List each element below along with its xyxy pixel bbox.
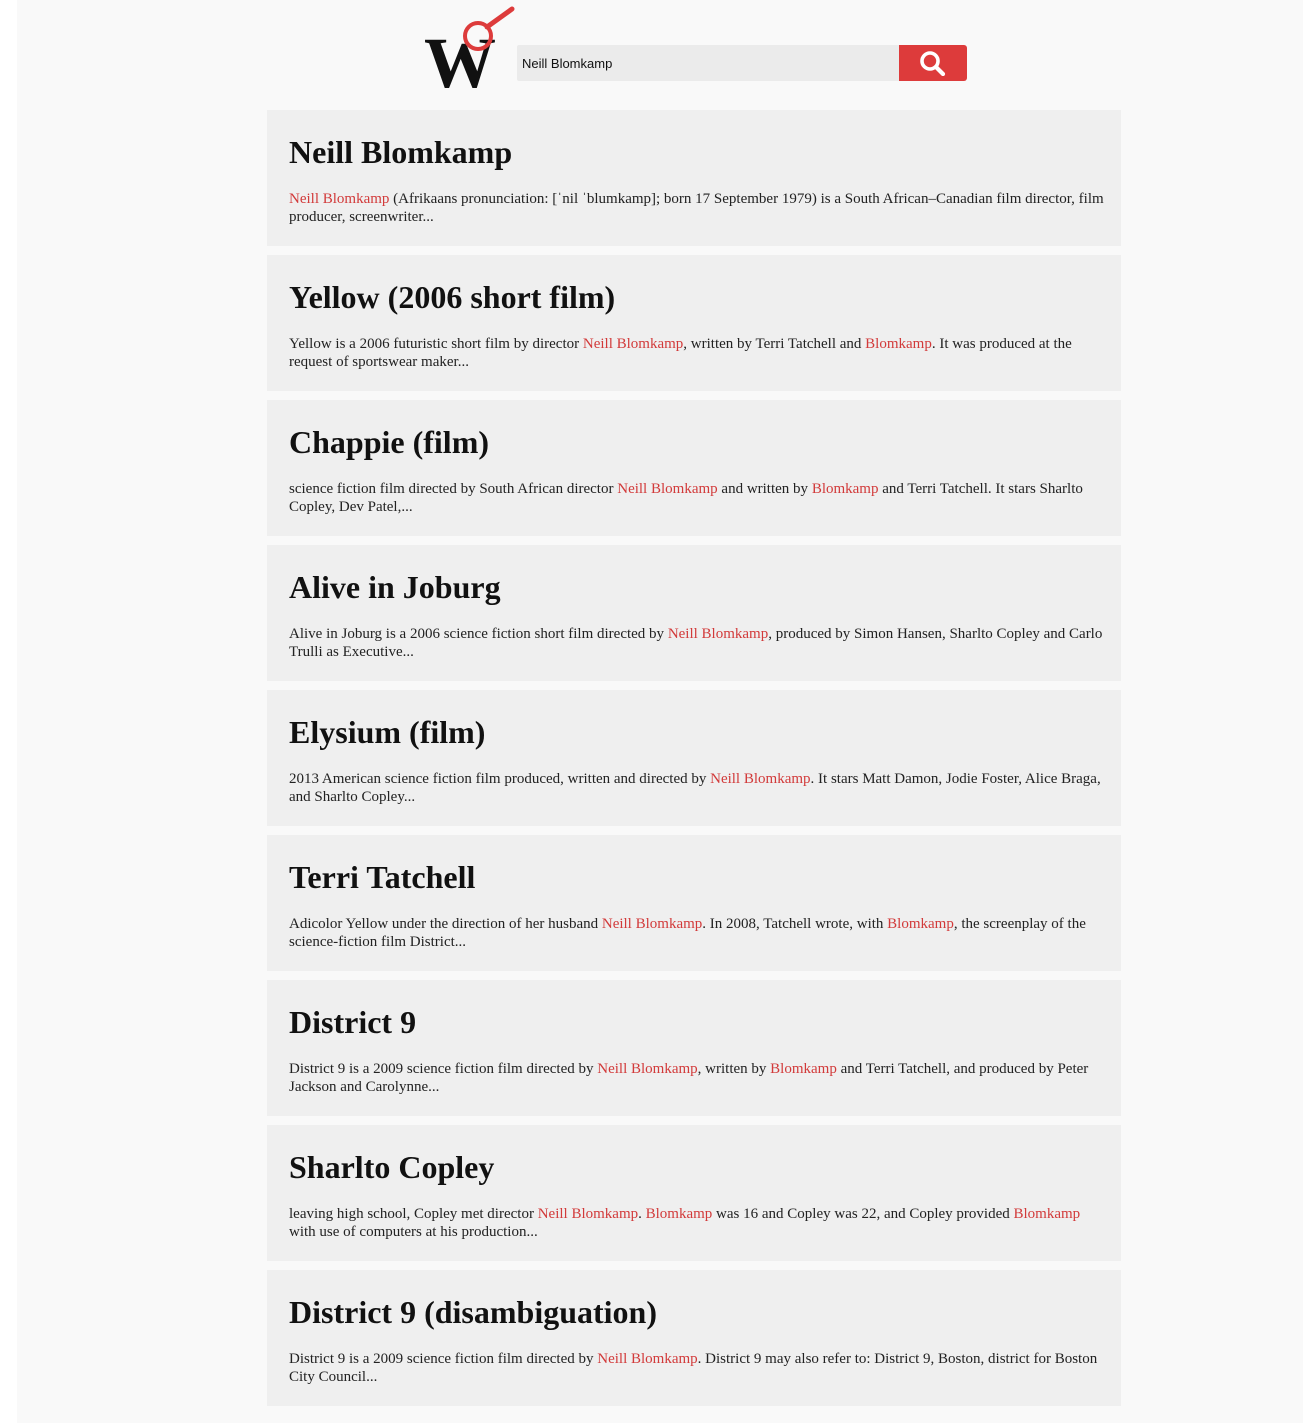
result-snippet: 2013 American science fiction film produ… — [289, 770, 1107, 806]
result-snippet: Neill Blomkamp (Afrikaans pronunciation:… — [289, 190, 1107, 226]
result-title[interactable]: District 9 (disambiguation) — [289, 1292, 1107, 1332]
wiki-search-logo[interactable]: W — [422, 6, 518, 103]
result-snippet: science fiction film directed by South A… — [289, 480, 1107, 516]
result-card[interactable]: District 9 District 9 is a 2009 science f… — [267, 980, 1121, 1116]
snippet-text: Adicolor Yellow under the direction of h… — [289, 916, 602, 932]
search-box — [517, 45, 967, 81]
snippet-text: District 9 is a 2009 science fiction fil… — [289, 1351, 598, 1367]
snippet-text: was 16 and Copley was 22, and Copley pro… — [712, 1206, 1014, 1222]
result-title[interactable]: Terri Tatchell — [289, 857, 1107, 897]
result-snippet: District 9 is a 2009 science fiction fil… — [289, 1060, 1107, 1096]
highlighted-term: Neill Blomkamp — [601, 916, 703, 932]
highlighted-term: Blomkamp — [811, 481, 879, 497]
result-snippet: leaving high school, Copley met director… — [289, 1205, 1107, 1241]
page: W Neill BlomkampNeill Blomkamp (Afrikaan… — [17, 0, 1303, 1423]
result-title[interactable]: District 9 — [289, 1002, 1107, 1042]
highlighted-term: Neill Blomkamp — [667, 626, 769, 642]
result-card[interactable]: Sharlto Copley leaving high school, Cople… — [267, 1125, 1121, 1261]
result-title[interactable]: Chappie (film) — [289, 422, 1107, 462]
result-title[interactable]: Neill Blomkamp — [289, 132, 1107, 172]
result-title[interactable]: Alive in Joburg — [289, 567, 1107, 607]
snippet-text: . In 2008, Tatchell wrote, with — [702, 916, 888, 932]
logo-letter: W — [424, 23, 496, 94]
result-card[interactable]: Neill Blomkamp Neill Blomkamp (Afrikaans … — [267, 110, 1121, 246]
highlighted-term: Neill Blomkamp — [537, 1206, 639, 1222]
snippet-text: , written by Terri Tatchell and — [683, 336, 866, 352]
result-card[interactable]: District 9 (disambiguation) District 9 is… — [267, 1270, 1121, 1406]
snippet-text: Alive in Joburg is a 2006 science fictio… — [289, 626, 668, 642]
highlighted-term: Blomkamp — [645, 1206, 713, 1222]
result-title[interactable]: Elysium (film) — [289, 712, 1107, 752]
result-snippet: District 9 is a 2009 science fiction fil… — [289, 1350, 1107, 1386]
result-snippet: Adicolor Yellow under the direction of h… — [289, 915, 1107, 951]
highlighted-term: Blomkamp — [1013, 1206, 1081, 1222]
result-snippet: Alive in Joburg is a 2006 science fictio… — [289, 625, 1107, 661]
snippet-text: (Afrikaans pronunciation: [ˈnil ˈblumkam… — [289, 191, 1104, 225]
snippet-text: District 9 is a 2009 science fiction fil… — [289, 1061, 598, 1077]
highlighted-term: Neill Blomkamp — [582, 336, 684, 352]
snippet-text: , written by — [697, 1061, 771, 1077]
snippet-text: Yellow is a 2006 futuristic short film b… — [289, 336, 583, 352]
result-card[interactable]: Elysium (film) 2013 American science fict… — [267, 690, 1121, 826]
highlighted-term: Neill Blomkamp — [617, 481, 718, 497]
highlighted-term: Blomkamp — [865, 336, 932, 352]
results-list: Neill Blomkamp Neill Blomkamp (Afrikaans … — [267, 110, 1121, 1415]
search-button[interactable] — [899, 45, 967, 81]
result-snippet: Yellow is a 2006 futuristic short film b… — [289, 335, 1107, 371]
highlighted-term: Blomkamp — [887, 916, 954, 932]
header: W — [422, 6, 967, 103]
result-title[interactable]: Yellow (2006 short film) — [289, 277, 1107, 317]
highlighted-term: Neill Blomkamp — [710, 771, 811, 787]
snippet-text: and written by — [717, 481, 812, 497]
highlighted-term: Blomkamp — [770, 1061, 837, 1077]
result-card[interactable]: Chappie (film) science fiction film direc… — [267, 400, 1121, 536]
snippet-text: . — [638, 1206, 646, 1222]
search-input[interactable] — [517, 45, 899, 81]
snippet-text: science fiction film directed by South A… — [289, 481, 618, 497]
result-title[interactable]: Sharlto Copley — [289, 1147, 1107, 1187]
snippet-text: with use of computers at his production.… — [289, 1224, 538, 1240]
highlighted-term: Neill Blomkamp — [597, 1351, 698, 1367]
result-card[interactable]: Alive in Joburg Alive in Joburg is a 2006… — [267, 545, 1121, 681]
result-card[interactable]: Terri Tatchell Adicolor Yellow under the … — [267, 835, 1121, 971]
highlighted-term: Neill Blomkamp — [289, 191, 390, 207]
magnifier-icon: W — [424, 6, 515, 103]
result-card[interactable]: Yellow (2006 short film) Yellow is a 2006… — [267, 255, 1121, 391]
highlighted-term: Neill Blomkamp — [597, 1061, 698, 1077]
snippet-text: leaving high school, Copley met director — [289, 1206, 538, 1222]
snippet-text: 2013 American science fiction film produ… — [289, 771, 711, 787]
search-icon — [920, 51, 946, 76]
